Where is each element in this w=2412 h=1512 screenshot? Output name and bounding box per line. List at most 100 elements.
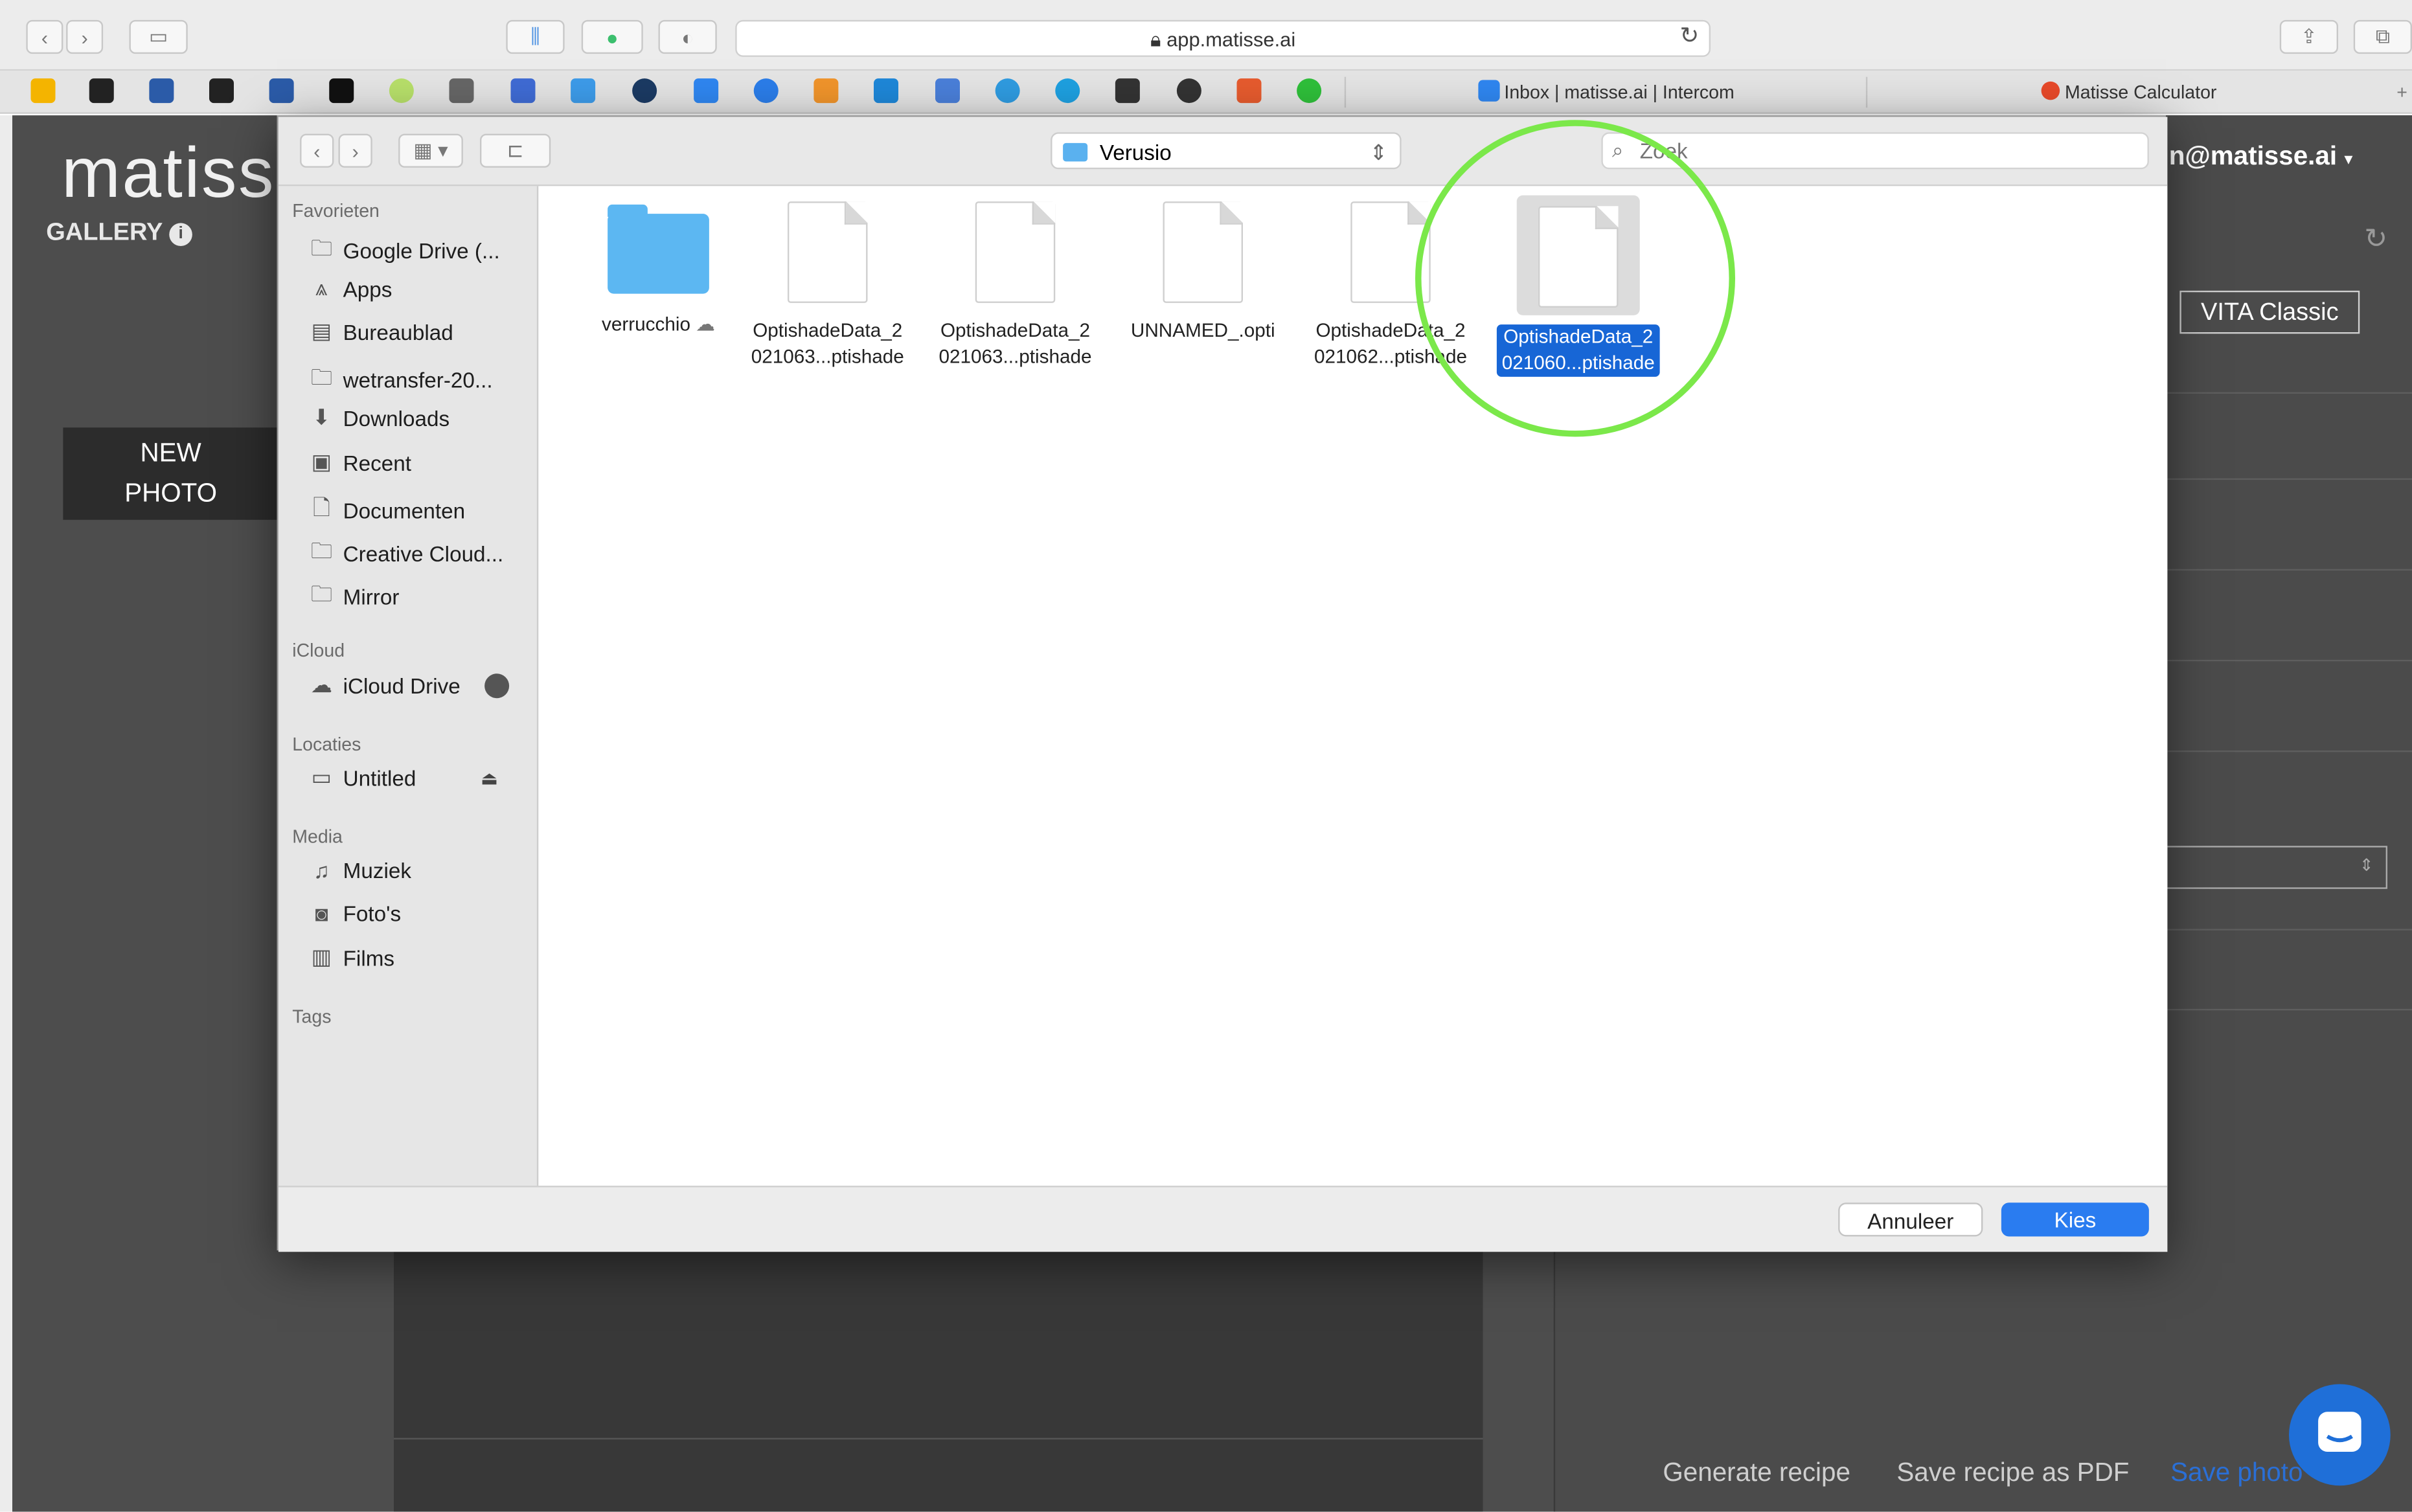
bookmark-icon[interactable] (30, 78, 56, 104)
view-options-icon[interactable]: ▦ ▾ (398, 133, 463, 168)
sidebar-item-google-drive[interactable]: 🗀︎ Google Drive (... (306, 232, 500, 269)
choose-button[interactable]: Kies (2001, 1202, 2149, 1237)
location-popup[interactable]: Verusio ⇕ (1051, 132, 1402, 170)
cancel-button[interactable]: Annuleer (1838, 1202, 1983, 1237)
folder-item[interactable]: verrucchio ☁︎ (574, 201, 743, 338)
save-recipe-pdf-link[interactable]: Save recipe as PDF (1896, 1458, 2129, 1489)
bookmark-icon[interactable] (1176, 78, 1201, 104)
bookmark-icon[interactable] (753, 78, 779, 104)
sidebar-item-photos[interactable]: ◙ Foto's (306, 901, 401, 926)
bookmark-icon[interactable] (149, 78, 174, 104)
chat-launcher-button[interactable] (2289, 1384, 2391, 1486)
chat-icon (2318, 1412, 2361, 1452)
bookmark-icon[interactable] (632, 78, 657, 104)
highlight-ring (1415, 120, 1735, 437)
search-input[interactable] (1637, 135, 2099, 166)
new-tab-button[interactable]: + (2396, 77, 2407, 108)
document-icon (788, 201, 868, 303)
sidebar-item-music[interactable]: ♫ Muziek (306, 858, 411, 883)
new-photo-button[interactable]: NEW PHOTO (63, 427, 279, 520)
file-item[interactable]: UNNAMED_.opti (1119, 201, 1288, 344)
bookmark-icon[interactable] (1236, 78, 1262, 104)
eject-icon[interactable]: ⏏ (481, 767, 498, 788)
forward-icon[interactable]: › (66, 19, 104, 54)
apps-icon: ⩓ (315, 275, 328, 300)
address-bar[interactable]: 🔒︎ app.matisse.ai (735, 19, 1711, 57)
sidebar-item-apps[interactable]: ⩓ Apps (306, 275, 392, 301)
bookmark-icon[interactable] (269, 78, 294, 104)
music-icon: ♫ (313, 858, 330, 883)
bookmark-icon[interactable] (329, 78, 354, 104)
tab-intercom[interactable]: Inbox | matisse.ai | Intercom (1344, 76, 1868, 108)
forward-icon[interactable]: › (338, 133, 372, 168)
share-icon[interactable]: ⇪ (2279, 19, 2338, 54)
back-icon[interactable]: ‹ (26, 19, 63, 54)
shade-guide-button[interactable]: VITA Classic (2179, 290, 2360, 334)
folder-icon: 🗀︎ (310, 581, 332, 606)
icloud-section: iCloud (292, 640, 345, 662)
privacy-icon[interactable]: ◐ (658, 19, 717, 54)
tabs-overview-icon[interactable]: ⧉ (2353, 19, 2412, 54)
camera-icon: ◙ (315, 901, 328, 926)
divider (394, 1438, 1483, 1439)
divider (2166, 569, 2412, 571)
sidebar-item-desktop[interactable]: ▤ Bureaublad (306, 319, 453, 344)
file-item[interactable]: OptishadeData_2 021063...ptishade (931, 201, 1100, 370)
bookmark-icon[interactable] (995, 78, 1020, 104)
favorites-section: Favorieten (292, 199, 380, 221)
bookmark-icon[interactable] (1297, 78, 1322, 104)
bookmark-icon[interactable] (449, 78, 474, 104)
bookmark-icon[interactable] (1055, 78, 1080, 104)
sidebar-item-documents[interactable]: 🗋︎ Documenten (306, 492, 465, 529)
media-section: Media (292, 826, 343, 848)
cloud-icon: ☁︎ (310, 671, 332, 697)
bookmark-icon[interactable] (510, 78, 536, 104)
folder-icon (608, 204, 709, 294)
sidebar-toggle-icon[interactable]: ▭ (129, 19, 188, 54)
intercom-icon (1477, 80, 1499, 102)
bookmark-icon[interactable] (389, 78, 414, 104)
bookmark-icon[interactable] (209, 78, 234, 104)
sidebar-item-mirror[interactable]: 🗀︎ Mirror (306, 578, 400, 615)
info-icon[interactable]: i (169, 223, 192, 246)
sidebar-item-icloud-drive[interactable]: ☁︎ iCloud Drive (306, 672, 510, 698)
select-dropdown[interactable]: ⇕ (2166, 846, 2387, 889)
bookmark-icon[interactable] (571, 78, 596, 104)
sidebar-item-untitled[interactable]: ▭ Untitled ⏏ (306, 764, 498, 790)
bookmark-icon[interactable] (935, 78, 960, 104)
photo-canvas (394, 1248, 1483, 1512)
progress-pie-icon (484, 673, 510, 698)
desktop-icon: ▤ (311, 318, 332, 343)
bookmark-icon[interactable] (813, 78, 839, 104)
document-icon (975, 201, 1056, 303)
bookmark-icon[interactable] (694, 78, 719, 104)
bookmark-icon[interactable] (874, 78, 898, 104)
sidebar-item-films[interactable]: ▥ Films (306, 944, 394, 970)
disk-icon: ▭ (311, 764, 332, 789)
window-edge (0, 115, 12, 1512)
file-item[interactable]: OptishadeData_2 021063...ptishade (743, 201, 912, 370)
new-folder-icon[interactable]: ⊏ (480, 133, 551, 168)
extension-icon[interactable]: ⫼ (506, 19, 565, 54)
sidebar-item-wetransfer[interactable]: 🗀︎ wetransfer-20... (306, 361, 493, 398)
screen: ‹ › ▭ ⫼ ● ◐ 🔒︎ app.matisse.ai ↻ ⇪ ⧉ Inbo… (0, 0, 2412, 1512)
document-icon (1163, 201, 1243, 303)
user-menu[interactable]: n@matisse.ai ▾ (2169, 142, 2353, 173)
dialog-footer: Annuleer Kies (278, 1186, 2168, 1252)
tab-matisse-calculator[interactable]: Matisse Calculator (1867, 77, 2391, 108)
locations-section: Locaties (292, 733, 361, 756)
dialog-sidebar: Favorieten 🗀︎ Google Drive (... ⩓ Apps ▤ Bu… (278, 186, 539, 1186)
reload-icon[interactable]: ↻ (1680, 21, 1700, 49)
film-icon: ▥ (311, 944, 332, 969)
sidebar-item-creative-cloud[interactable]: 🗀︎ Creative Cloud... (306, 536, 504, 572)
save-photo-link[interactable]: Save photo (2170, 1458, 2303, 1489)
url-text: app.matisse.ai (1166, 27, 1296, 51)
sidebar-item-downloads[interactable]: ⬇︎ Downloads (306, 405, 449, 431)
generate-recipe-link[interactable]: Generate recipe (1663, 1458, 1850, 1489)
bookmark-icon[interactable] (1115, 78, 1140, 104)
sidebar-item-recent[interactable]: ▣ Recent (306, 449, 411, 475)
back-icon[interactable]: ‹ (300, 133, 334, 168)
grammarly-icon[interactable]: ● (581, 19, 643, 54)
refresh-icon[interactable]: ↻ (2364, 223, 2387, 255)
bookmark-icon[interactable] (89, 78, 114, 104)
